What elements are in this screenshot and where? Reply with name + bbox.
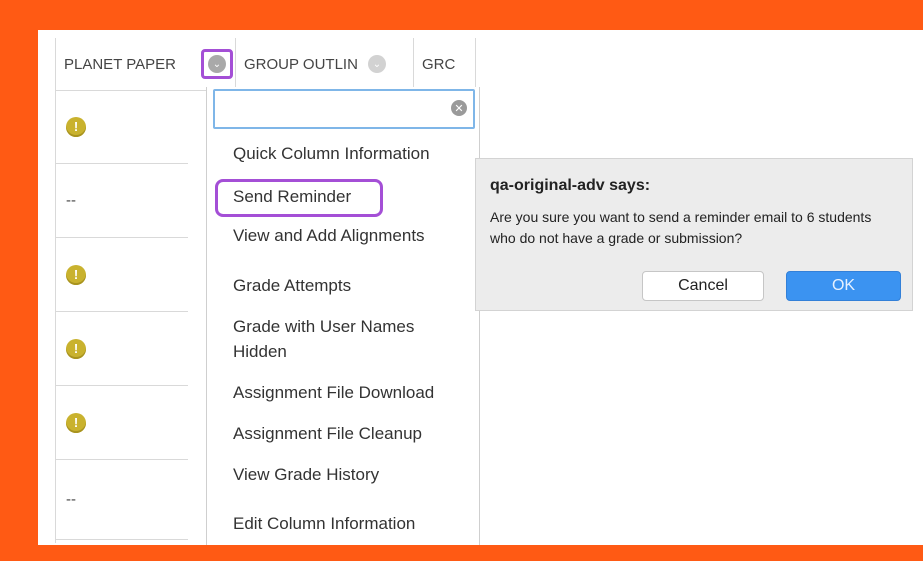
- table-row[interactable]: !: [56, 90, 188, 164]
- frame-bottom: [0, 545, 923, 561]
- column-header-label: GROUP OUTLIN: [244, 55, 358, 73]
- exclamation-icon: !: [66, 412, 86, 433]
- grade-grid: PLANET PAPER ⌄ GROUP OUTLIN ⌄ GRC ! -- !…: [55, 38, 480, 545]
- table-row[interactable]: !: [56, 386, 188, 460]
- exclamation-icon: !: [66, 264, 86, 285]
- menu-item-send-reminder[interactable]: Send Reminder: [233, 184, 351, 209]
- menu-item-grade-with-user-names-hidden[interactable]: Hidden: [233, 339, 287, 364]
- orange-frame: PLANET PAPER ⌄ GROUP OUTLIN ⌄ GRC ! -- !…: [0, 0, 923, 561]
- menu-item-view-and-add-alignments[interactable]: View and Add Alignments: [233, 223, 425, 248]
- column-header-label: PLANET PAPER: [64, 55, 176, 73]
- cell-value: --: [66, 192, 76, 209]
- menu-item-grade-attempts[interactable]: Grade Attempts: [233, 273, 351, 298]
- menu-search-field[interactable]: ✕: [213, 89, 475, 129]
- exclamation-icon: !: [66, 116, 86, 137]
- exclamation-icon: !: [66, 338, 86, 359]
- cancel-button[interactable]: Cancel: [642, 271, 764, 301]
- table-row[interactable]: !: [56, 312, 188, 386]
- column-menu-button[interactable]: ⌄: [201, 49, 233, 79]
- chevron-down-icon[interactable]: ⌄: [367, 55, 386, 73]
- column-context-menu: ✕ Quick Column Information Send Reminder…: [206, 87, 480, 545]
- menu-item-assignment-file-download[interactable]: Assignment File Download: [233, 380, 434, 405]
- confirm-dialog: qa-original-adv says: Are you sure you w…: [475, 158, 913, 311]
- table-row[interactable]: --: [56, 164, 188, 238]
- frame-top: [0, 0, 923, 30]
- frame-left: [0, 0, 38, 561]
- screenshot-content: PLANET PAPER ⌄ GROUP OUTLIN ⌄ GRC ! -- !…: [38, 30, 923, 545]
- menu-item-grade-with-user-names[interactable]: Grade with User Names: [233, 314, 414, 339]
- column-header-group-outline[interactable]: GROUP OUTLIN ⌄: [236, 38, 414, 90]
- menu-item-assignment-file-cleanup[interactable]: Assignment File Cleanup: [233, 421, 422, 446]
- clear-search-icon[interactable]: ✕: [451, 100, 467, 116]
- chevron-down-icon: ⌄: [208, 55, 226, 73]
- cell-value: --: [66, 491, 76, 508]
- column-header-label: GRC: [422, 55, 456, 73]
- ok-button[interactable]: OK: [786, 271, 901, 301]
- menu-item-edit-column-information[interactable]: Edit Column Information: [233, 511, 415, 536]
- table-row[interactable]: --: [56, 460, 188, 540]
- table-row[interactable]: !: [56, 238, 188, 312]
- column-header-grc[interactable]: GRC: [414, 38, 476, 90]
- dialog-message: Are you sure you want to send a reminder…: [490, 209, 872, 246]
- menu-item-quick-column-information[interactable]: Quick Column Information: [233, 141, 430, 166]
- menu-item-view-grade-history[interactable]: View Grade History: [233, 462, 379, 487]
- grid-header: PLANET PAPER ⌄ GROUP OUTLIN ⌄ GRC: [56, 38, 476, 91]
- dialog-title: qa-original-adv says:: [490, 177, 651, 194]
